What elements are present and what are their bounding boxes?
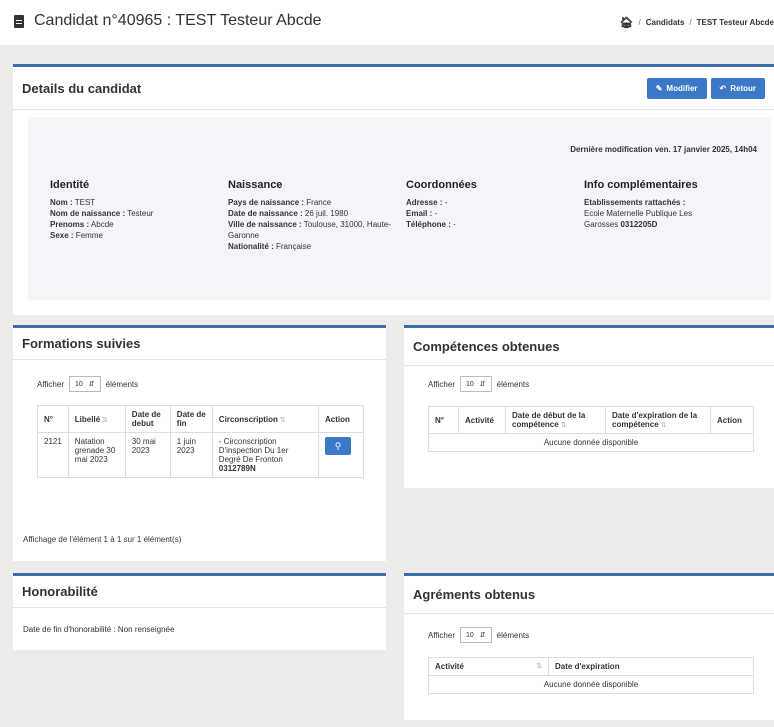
search-icon: ⚲ bbox=[334, 441, 342, 451]
col-activite[interactable]: Activité ⇅ bbox=[428, 657, 549, 676]
sexe-value: Femme bbox=[73, 231, 103, 240]
col-libelle[interactable]: Libellé ⇅ bbox=[67, 405, 126, 433]
table-row: 2121 Natation grenade 30 mai 2023 30 mai… bbox=[37, 432, 364, 478]
info-section: Info complémentaires Etablissements ratt… bbox=[584, 180, 724, 230]
home-icon[interactable]: 🏠︎ bbox=[620, 16, 634, 29]
competences-title: Compétences obtenues bbox=[413, 339, 560, 354]
agrements-page-size-select[interactable]: 10 ⇵ bbox=[459, 627, 492, 643]
agrements-panel: Agréments obtenus Afficher 10 ⇵ éléments… bbox=[404, 573, 774, 720]
date-naissance-value: 26 juil. 1980 bbox=[302, 209, 349, 218]
identite-title: Identité bbox=[50, 179, 90, 191]
details-panel: Details du candidat ✎ Modifier ↶ Retour … bbox=[13, 64, 774, 315]
etablissement-code: 0312205D bbox=[620, 220, 658, 229]
page-title: Candidat n°40965 : TEST Testeur Abcde bbox=[14, 12, 321, 30]
undo-icon: ↶ bbox=[719, 83, 727, 93]
col-activite[interactable]: Activité bbox=[458, 406, 506, 434]
naissance-title: Naissance bbox=[228, 179, 283, 191]
info-title: Info complémentaires bbox=[584, 179, 698, 191]
top-bar: Candidat n°40965 : TEST Testeur Abcde 🏠︎… bbox=[0, 0, 774, 45]
adresse-value: - bbox=[442, 198, 448, 207]
breadcrumb-current: TEST Testeur Abcde bbox=[696, 18, 774, 27]
circonscription-code: 0312789N bbox=[218, 464, 256, 473]
honorabilite-panel: Honorabilité Date de fin d'honorabilité … bbox=[13, 573, 386, 650]
formations-panel: Formations suivies Afficher 10 ⇵ élément… bbox=[13, 325, 386, 561]
col-debut[interactable]: Date de debut bbox=[124, 405, 171, 433]
formations-page-size-select[interactable]: 10 ⇵ bbox=[68, 376, 101, 392]
sort-arrows-icon: ⇵ bbox=[88, 381, 95, 388]
coordonnees-title: Coordonnées bbox=[406, 179, 477, 191]
col-action: Action bbox=[710, 406, 754, 434]
agrements-title: Agréments obtenus bbox=[413, 587, 536, 602]
last-modified: Dernière modification ven. 17 janvier 20… bbox=[570, 145, 757, 154]
honorabilite-title: Honorabilité bbox=[22, 584, 98, 599]
back-button[interactable]: ↶ Retour bbox=[710, 77, 765, 99]
prenoms-value: Abcde bbox=[89, 220, 114, 229]
breadcrumb-candidats[interactable]: Candidats bbox=[646, 18, 685, 27]
competences-table: N° Activité Date de début de la compéten… bbox=[428, 406, 754, 452]
view-formation-button[interactable]: ⚲ bbox=[325, 437, 351, 455]
col-action: Action bbox=[318, 405, 364, 433]
nom-value: TEST bbox=[72, 198, 96, 207]
edit-icon: ✎ bbox=[655, 83, 663, 93]
col-date-debut[interactable]: Date de début de la compétence ⇅ bbox=[505, 406, 606, 434]
nationalite-value: Française bbox=[273, 242, 312, 251]
competences-page-size-select[interactable]: 10 ⇵ bbox=[459, 376, 492, 392]
formations-table: N° Libellé ⇅ Date de debut Date de fin Ci… bbox=[37, 405, 364, 478]
table-row: Aucune donnée disponible bbox=[428, 433, 754, 452]
document-icon bbox=[14, 14, 24, 28]
modify-button[interactable]: ✎ Modifier bbox=[646, 77, 707, 99]
col-fin[interactable]: Date de fin bbox=[169, 405, 213, 433]
telephone-value: - bbox=[450, 220, 456, 229]
col-circonscription[interactable]: Circonscription ⇅ bbox=[211, 405, 320, 433]
formations-title: Formations suivies bbox=[22, 336, 141, 351]
col-num[interactable]: N° bbox=[428, 406, 459, 434]
modify-button-label: Modifier bbox=[666, 83, 698, 93]
agrements-empty: Aucune donnée disponible bbox=[428, 675, 754, 694]
col-date-expiration[interactable]: Date d'expiration bbox=[548, 657, 754, 676]
page-title-text: Candidat n°40965 : TEST Testeur Abcde bbox=[34, 12, 322, 29]
honorabilite-label: Date de fin d'honorabilité : bbox=[23, 625, 116, 634]
naissance-section: Naissance Pays de naissance : France Dat… bbox=[228, 180, 393, 252]
identite-section: Identité Nom : TEST Nom de naissance : T… bbox=[50, 180, 210, 241]
coordonnees-section: Coordonnées Adresse : - Email : - Téléph… bbox=[406, 180, 556, 230]
details-content: Dernière modification ven. 17 janvier 20… bbox=[28, 117, 771, 300]
formations-info: Affichage de l'élément 1 à 1 sur 1 éléme… bbox=[23, 535, 182, 544]
back-button-label: Retour bbox=[730, 83, 756, 93]
sort-arrows-icon: ⇵ bbox=[479, 381, 486, 388]
col-num[interactable]: N° bbox=[37, 405, 69, 433]
details-title: Details du candidat bbox=[22, 80, 142, 96]
email-value: - bbox=[432, 209, 438, 218]
honorabilite-value: Non renseignée bbox=[115, 625, 175, 634]
table-row: Aucune donnée disponible bbox=[428, 675, 754, 694]
pays-value: France bbox=[304, 198, 332, 207]
competences-empty: Aucune donnée disponible bbox=[428, 433, 754, 452]
breadcrumb: 🏠︎ / Candidats / TEST Testeur Abcde bbox=[619, 16, 774, 29]
col-date-expiration[interactable]: Date d'expiration de la compétence ⇅ bbox=[605, 406, 711, 434]
competences-panel: Compétences obtenues Afficher 10 ⇵ éléme… bbox=[404, 325, 774, 488]
nom-naissance-value: Testeur bbox=[125, 209, 154, 218]
agrements-table: Activité ⇅ Date d'expiration Aucune donné… bbox=[428, 657, 754, 694]
sort-arrows-icon: ⇵ bbox=[479, 632, 486, 639]
